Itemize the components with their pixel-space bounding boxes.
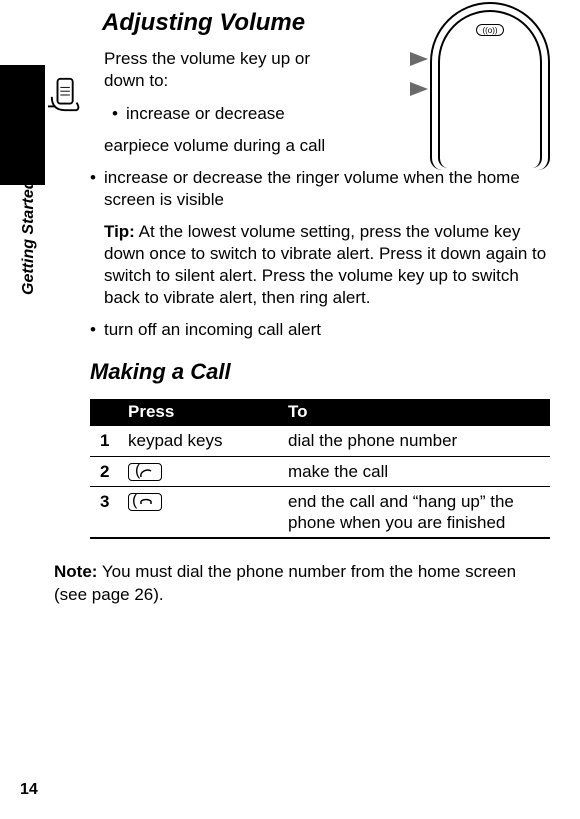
phone-in-hand-icon <box>48 75 86 115</box>
making-a-call-table: Press To 1 keypad keys dial the phone nu… <box>90 399 550 539</box>
arrow-icon <box>410 52 428 66</box>
table-header-press: Press <box>120 399 280 426</box>
intro-text: Press the volume key up or down to: <box>104 48 334 92</box>
note-text: You must dial the phone number from the … <box>54 562 516 603</box>
section-tab <box>0 65 45 185</box>
heading-making-a-call: Making a Call <box>90 359 550 385</box>
to-cell: end the call and “hang up” the phone whe… <box>280 486 550 538</box>
bullet-text: turn off an incoming call alert <box>104 320 321 339</box>
to-cell: dial the phone number <box>280 426 550 456</box>
table-header-num <box>90 399 120 426</box>
row-number: 1 <box>90 426 120 456</box>
section-label: Getting Started <box>20 179 38 295</box>
table-header-to: To <box>280 399 550 426</box>
table-row: 1 keypad keys dial the phone number <box>90 426 550 456</box>
tip-paragraph: Tip: At the lowest volume setting, press… <box>104 221 550 309</box>
table-row: 3 end the call and “hang up” the phone w… <box>90 486 550 538</box>
press-cell: keypad keys <box>120 426 280 456</box>
note-label: Note: <box>54 562 97 581</box>
bullet-text: increase or decrease <box>126 104 285 123</box>
phone-illustration: ((o)) <box>410 2 550 172</box>
row-number: 3 <box>90 486 120 538</box>
to-cell: make the call <box>280 456 550 486</box>
talk-key-icon <box>128 463 162 481</box>
end-key-icon <box>128 493 162 511</box>
arrow-icon <box>410 82 428 96</box>
bullet-item: • increase or decrease <box>126 103 550 125</box>
tip-text: At the lowest volume setting, press the … <box>104 222 546 307</box>
bullet-item: • turn off an incoming call alert <box>104 319 550 341</box>
note-paragraph: Note: You must dial the phone number fro… <box>54 561 550 605</box>
table-row: 2 make the call <box>90 456 550 486</box>
page-number: 14 <box>20 781 38 799</box>
press-cell <box>120 486 280 538</box>
row-number: 2 <box>90 456 120 486</box>
tip-label: Tip: <box>104 222 135 241</box>
bullet-text: increase or decrease the ringer volume w… <box>104 168 520 209</box>
bullet-item: • increase or decrease the ringer volume… <box>104 167 550 211</box>
press-cell <box>120 456 280 486</box>
